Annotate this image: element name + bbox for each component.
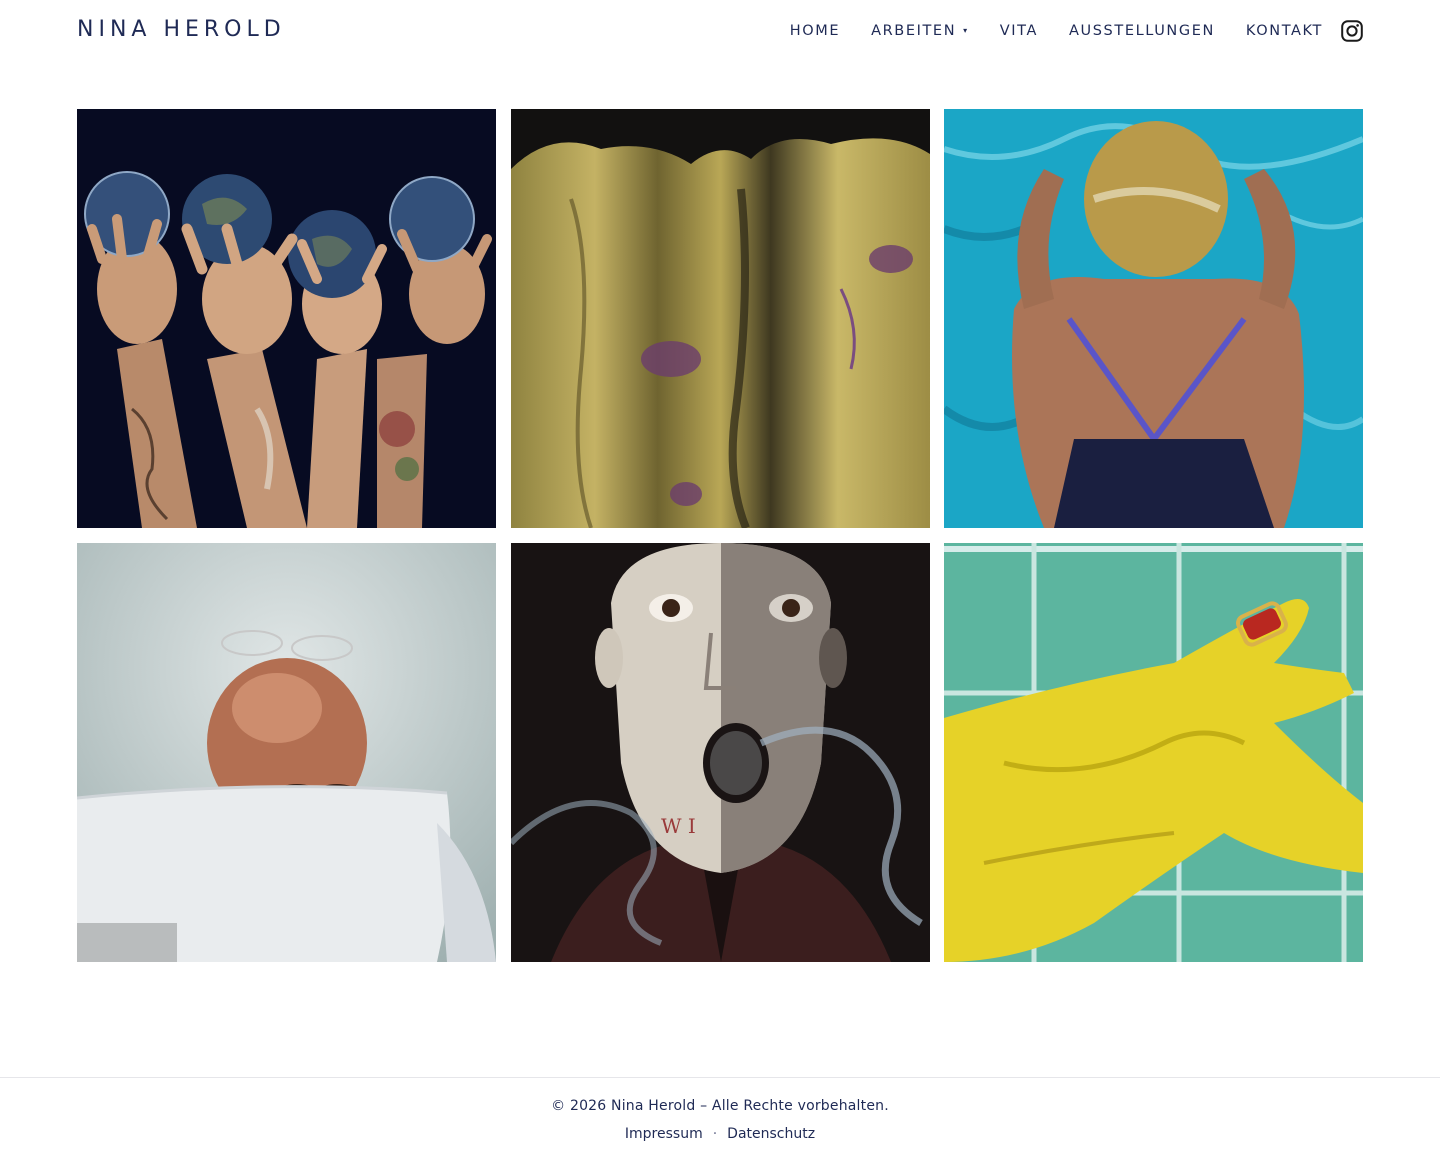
footer-separator: · <box>712 1126 718 1142</box>
artwork-tile-yellow-glove[interactable] <box>944 543 1363 962</box>
artwork-gallery: W I <box>77 109 1363 962</box>
artwork-tile-yellow-fabric[interactable] <box>511 109 930 528</box>
artwork-tile-man-pillow[interactable] <box>77 543 496 962</box>
artwork-tile-swimmer[interactable] <box>944 109 1363 528</box>
copyright-text: © 2026 Nina Herold – Alle Rechte vorbeha… <box>551 1098 889 1114</box>
main-nav: HOME ARBEITEN ▾ VITA AUSSTELLUNGEN KONTAK… <box>790 17 1363 45</box>
chevron-down-icon: ▾ <box>963 26 969 35</box>
footer-links: Impressum · Datenschutz <box>0 1126 1440 1142</box>
nav-item-home[interactable]: HOME <box>790 17 840 45</box>
site-logo[interactable]: NINA HEROLD <box>77 17 286 43</box>
instagram-icon[interactable] <box>1341 20 1363 42</box>
site-footer: © 2026 Nina Herold – Alle Rechte vorbeha… <box>0 1077 1440 1166</box>
nav-item-ausstellungen[interactable]: AUSSTELLUNGEN <box>1069 17 1215 45</box>
artwork-tile-hands-globes[interactable] <box>77 109 496 528</box>
nav-item-kontakt[interactable]: KONTAKT <box>1246 17 1323 45</box>
site-header: NINA HEROLD HOME ARBEITEN ▾ VITA AUSSTELL… <box>0 0 1440 62</box>
footer-link-impressum[interactable]: Impressum <box>625 1126 703 1142</box>
nav-item-arbeiten-label: ARBEITEN <box>871 23 957 39</box>
nav-item-arbeiten[interactable]: ARBEITEN ▾ <box>871 17 969 45</box>
nav-item-vita[interactable]: VITA <box>1000 17 1038 45</box>
footer-link-datenschutz[interactable]: Datenschutz <box>727 1126 815 1142</box>
svg-text:W I: W I <box>661 814 696 838</box>
artwork-tile-smoke-man[interactable]: W I <box>511 543 930 962</box>
